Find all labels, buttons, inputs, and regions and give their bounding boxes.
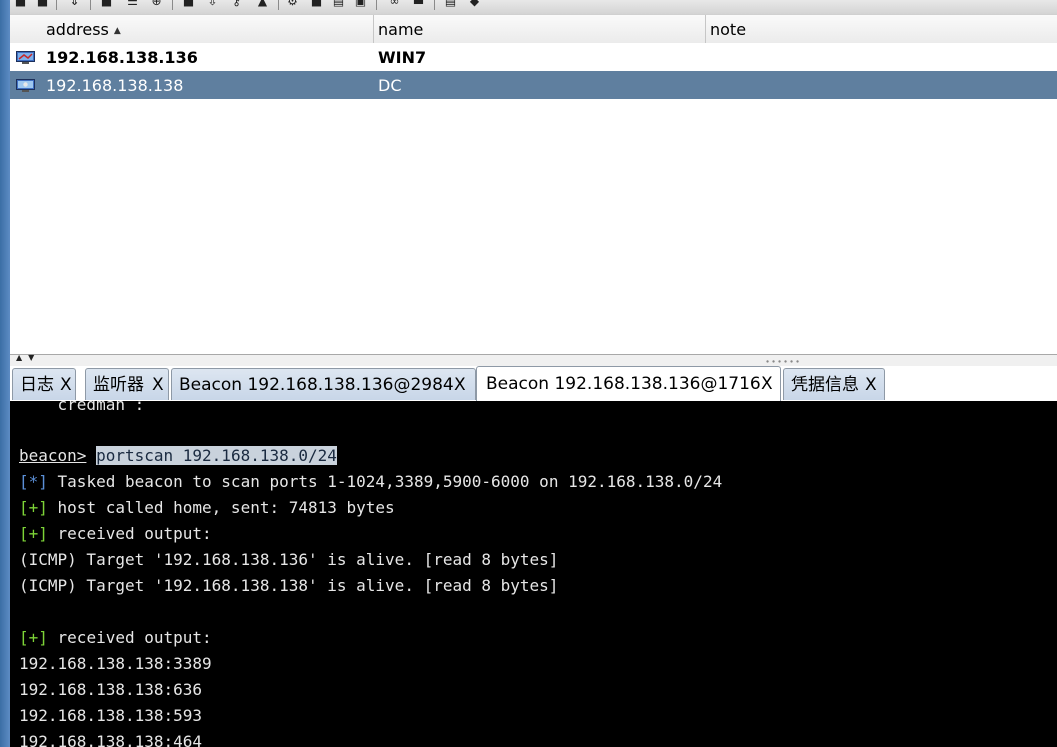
console-prompt-line: beacon> portscan 192.168.138.0/24 — [19, 443, 337, 469]
close-tab-button[interactable]: X — [454, 369, 466, 401]
window-edge — [0, 0, 10, 747]
console-line: (ICMP) Target '192.168.138.138' is alive… — [19, 573, 558, 599]
tab-bar: 日志 X 监听器 X Beacon 192.168.138.136@2984 X… — [10, 366, 1057, 401]
terminal-icon[interactable]: ▬ — [412, 0, 425, 9]
cell-name: DC — [378, 76, 402, 95]
coffee-icon[interactable]: ■ — [310, 0, 323, 9]
session-table-icon[interactable]: ☰ — [126, 0, 139, 9]
download-icon[interactable]: ⇩ — [206, 0, 219, 9]
console-text: host called home, sent: 74813 bytes — [47, 498, 395, 517]
console-tag: [*] — [19, 472, 48, 491]
tab-credentials[interactable]: 凭据信息 X — [783, 368, 885, 400]
tab-label: 监听器 — [93, 375, 144, 395]
beacon-console[interactable]: credman : beacon> portscan 192.168.138.0… — [10, 401, 1057, 747]
settings-icon[interactable]: ⚙ — [286, 0, 299, 9]
console-line: [+] host called home, sent: 74813 bytes — [19, 495, 395, 521]
column-header-note[interactable]: note — [705, 15, 1057, 43]
key-icon[interactable]: ⚷ — [230, 0, 243, 9]
console-text: received output: — [47, 628, 212, 647]
console-tag: [+] — [19, 498, 48, 517]
monitor-icon — [16, 51, 35, 64]
console-text: 192.168.138.138:464 — [19, 732, 203, 747]
console-text: received output: — [47, 524, 212, 543]
tab-beacon-1716[interactable]: Beacon 192.168.138.136@1716 X — [476, 366, 781, 401]
connect-icon[interactable]: ■ — [14, 0, 27, 9]
sort-ascending-icon: ▲ — [113, 26, 121, 36]
collapse-arrows-icon[interactable]: ▲▼ — [16, 353, 40, 362]
toolbar-separator — [278, 0, 279, 10]
tab-log[interactable]: 日志 X — [12, 368, 76, 400]
column-header-name[interactable]: name — [373, 15, 706, 43]
grip-icon[interactable]: ∙∙∙∙∙∙ — [765, 357, 801, 366]
tab-listeners[interactable]: 监听器 X — [85, 368, 169, 400]
tab-label: 日志 — [20, 375, 54, 395]
toolbar-separator — [172, 0, 173, 10]
targets-icon[interactable]: ⊕ — [150, 0, 163, 9]
disconnect-icon[interactable]: ■ — [36, 0, 49, 9]
cell-name: WIN7 — [378, 48, 427, 67]
package-icon[interactable]: ◆ — [468, 0, 481, 9]
close-tab-button[interactable]: X — [60, 369, 72, 401]
console-line: [+] received output: — [19, 521, 212, 547]
cell-address: 192.168.138.138 — [46, 76, 184, 95]
console-text: (ICMP) Target '192.168.138.136' is alive… — [19, 550, 559, 569]
table-header: address ▲ name note — [10, 14, 1057, 44]
console-text: (ICMP) Target '192.168.138.138' is alive… — [19, 576, 559, 595]
close-tab-button[interactable]: X — [865, 369, 877, 401]
tab-label: 凭据信息 — [791, 375, 859, 395]
column-label: address — [46, 20, 109, 39]
tab-beacon-2984[interactable]: Beacon 192.168.138.136@2984 X — [171, 368, 476, 400]
console-line: 192.168.138.138:3389 — [19, 651, 212, 677]
image-icon[interactable]: ▲ — [256, 0, 269, 9]
tab-label: Beacon 192.168.138.136@1716 — [486, 374, 761, 394]
console-text: Tasked beacon to scan ports 1-1024,3389,… — [47, 472, 723, 491]
close-tab-button[interactable]: X — [761, 367, 773, 401]
column-label: name — [378, 20, 424, 39]
console-line: (ICMP) Target '192.168.138.136' is alive… — [19, 547, 558, 573]
clipboard-icon[interactable]: ▤ — [332, 0, 345, 9]
table-row[interactable]: 192.168.138.138 DC — [10, 71, 1057, 99]
console-prompt: beacon> — [19, 446, 87, 465]
console-command: portscan 192.168.138.0/24 — [96, 446, 337, 465]
toolbar-separator — [90, 0, 91, 10]
console-text: 192.168.138.138:3389 — [19, 654, 212, 673]
console-text: 192.168.138.138:636 — [19, 680, 203, 699]
console-tag: [+] — [19, 628, 48, 647]
console-line: 192.168.138.138:593 — [19, 703, 202, 729]
console-line: 192.168.138.138:464 — [19, 729, 202, 747]
table-row[interactable]: 192.168.138.136 WIN7 — [10, 43, 1057, 71]
preferences-icon[interactable]: ⇕ — [68, 0, 81, 9]
close-tab-button[interactable]: X — [152, 369, 164, 401]
notes-icon[interactable]: ▤ — [444, 0, 457, 9]
table-empty-area[interactable] — [10, 99, 1057, 354]
pivot-graph-icon[interactable]: ■ — [100, 0, 113, 9]
cell-address: 192.168.138.136 — [46, 48, 198, 67]
console-line: 192.168.138.138:636 — [19, 677, 202, 703]
toolbar-separator — [376, 0, 377, 10]
toolbar-separator — [56, 0, 57, 10]
toolbar: ■ ■ ⇕ ■ ☰ ⊕ ■ ⇩ ⚷ ▲ ⚙ ■ ▤ ▣ ∞ ▬ ▤ ◆ — [10, 0, 1057, 14]
console-line: [+] received output: — [19, 625, 212, 651]
tab-label: Beacon 192.168.138.136@2984 — [179, 375, 454, 395]
link-icon[interactable]: ∞ — [388, 0, 401, 9]
column-label: note — [710, 20, 747, 39]
toolbar-separator — [434, 0, 435, 10]
listeners-icon[interactable]: ■ — [182, 0, 195, 9]
column-header-address[interactable]: address ▲ — [41, 15, 374, 43]
console-line: [*] Tasked beacon to scan ports 1-1024,3… — [19, 469, 722, 495]
console-line: credman : — [19, 401, 145, 414]
console-icon[interactable]: ▣ — [354, 0, 367, 9]
console-text: 192.168.138.138:593 — [19, 706, 203, 725]
console-tag: [+] — [19, 524, 48, 543]
monitor-icon — [16, 79, 35, 92]
